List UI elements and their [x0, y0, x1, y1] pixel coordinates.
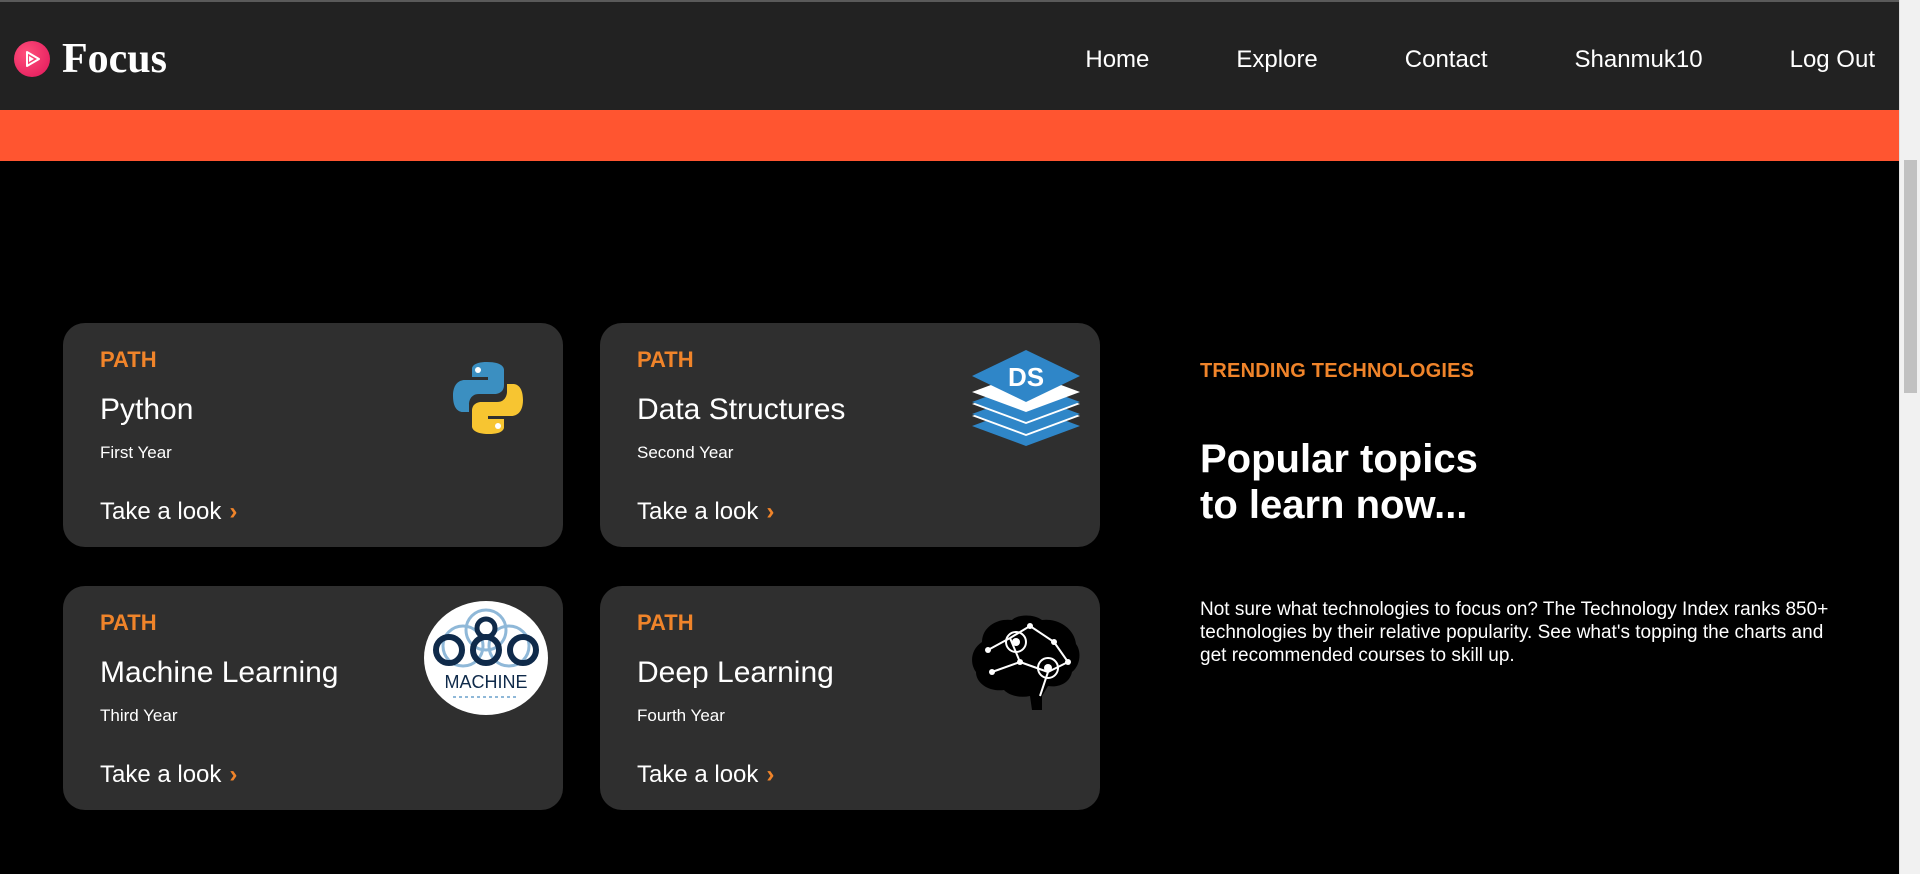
- take-a-look-link[interactable]: Take a look ›: [100, 498, 237, 526]
- card-subtitle: Fourth Year: [637, 706, 725, 725]
- path-card-machine-learning[interactable]: PATH Machine Learning Third Year Take a …: [63, 586, 563, 810]
- card-title: Data Structures: [637, 393, 846, 426]
- card-tag: PATH: [100, 610, 157, 635]
- headline-line-1: Popular topics: [1200, 437, 1478, 481]
- card-title: Python: [100, 393, 194, 426]
- take-a-look-label: Take a look: [100, 761, 222, 788]
- take-a-look-label: Take a look: [637, 761, 759, 788]
- brand[interactable]: Focus: [14, 38, 167, 80]
- headline-line-2: to learn now...: [1200, 483, 1468, 527]
- card-tag: PATH: [100, 347, 157, 372]
- scrollbar-thumb[interactable]: [1904, 160, 1917, 393]
- chevron-right-icon: ›: [229, 498, 238, 525]
- path-card-data-structures[interactable]: PATH Data Structures Second Year Take a …: [600, 323, 1100, 547]
- trending-label: TRENDING TECHNOLOGIES: [1200, 360, 1475, 382]
- card-subtitle: Third Year: [100, 706, 178, 725]
- nav-links: Home Explore Contact Shanmuk10 Log Out: [998, 46, 1875, 74]
- nav-profile-link[interactable]: Shanmuk10: [1575, 46, 1703, 74]
- chevron-right-icon: ›: [766, 761, 775, 788]
- orange-banner: [0, 110, 1899, 161]
- vertical-scrollbar[interactable]: [1899, 0, 1920, 874]
- section-description: Not sure what technologies to focus on? …: [1200, 599, 1829, 666]
- card-title: Deep Learning: [637, 656, 834, 689]
- card-title: Machine Learning: [100, 656, 339, 689]
- ds-icon-text: DS: [1008, 362, 1044, 392]
- python-logo-icon: [448, 358, 528, 443]
- card-tag: PATH: [637, 610, 694, 635]
- ml-icon-text: MACHINE: [444, 672, 527, 692]
- take-a-look-link[interactable]: Take a look ›: [637, 498, 774, 526]
- play-logo-icon: [14, 41, 50, 77]
- path-card-deep-learning[interactable]: PATH Deep Learning Fourth Year Take a lo…: [600, 586, 1100, 810]
- path-card-python[interactable]: PATH Python First Year Take a look ›: [63, 323, 563, 547]
- machine-learning-logo-icon: MACHINE: [423, 600, 549, 721]
- card-subtitle: First Year: [100, 443, 172, 462]
- ds-stack-icon: DS: [970, 348, 1082, 453]
- brand-title: Focus: [62, 36, 167, 82]
- take-a-look-label: Take a look: [100, 498, 222, 525]
- navbar: Focus Home Explore Contact Shanmuk10 Log…: [0, 2, 1899, 110]
- take-a-look-label: Take a look: [637, 498, 759, 525]
- chevron-right-icon: ›: [766, 498, 775, 525]
- brain-gears-icon: [970, 612, 1082, 717]
- take-a-look-link[interactable]: Take a look ›: [637, 761, 774, 789]
- nav-home-link[interactable]: Home: [1085, 46, 1149, 74]
- nav-contact-link[interactable]: Contact: [1405, 46, 1488, 74]
- card-tag: PATH: [637, 347, 694, 372]
- nav-explore-link[interactable]: Explore: [1236, 46, 1317, 74]
- nav-logout-link[interactable]: Log Out: [1790, 46, 1875, 74]
- take-a-look-link[interactable]: Take a look ›: [100, 761, 237, 789]
- section-headline: Popular topics to learn now...: [1200, 436, 1540, 528]
- chevron-right-icon: ›: [229, 761, 238, 788]
- card-subtitle: Second Year: [637, 443, 734, 462]
